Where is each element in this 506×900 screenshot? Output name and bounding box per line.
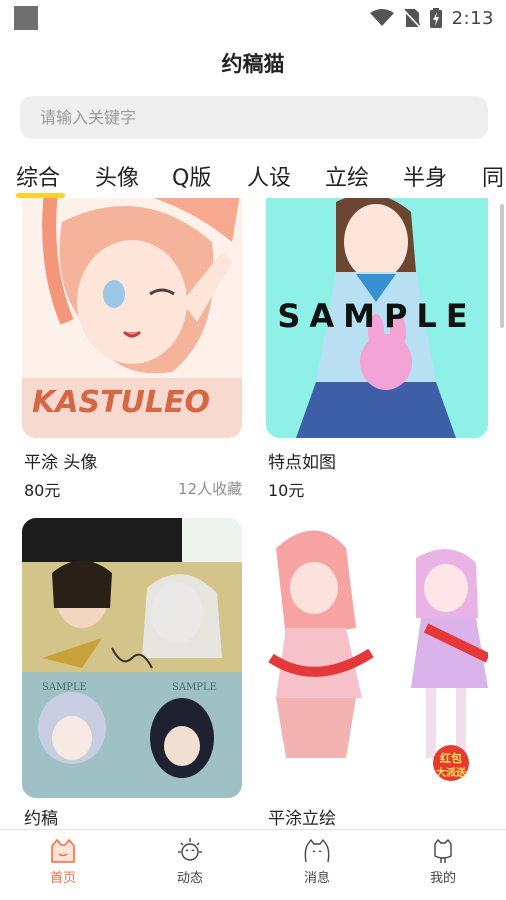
card-image[interactable]: 红包 大派送	[266, 518, 488, 798]
nav-messages[interactable]: 消息	[277, 838, 357, 886]
page-title: 约稿猫	[221, 52, 285, 76]
nav-home[interactable]: 首页	[23, 838, 103, 886]
card-image[interactable]: KASTULEO	[22, 198, 242, 438]
tab-lihui[interactable]: 立绘	[325, 160, 369, 192]
nav-label: 动态	[176, 871, 203, 886]
wifi-icon	[369, 9, 394, 26]
category-tabs: 综合 头像 Q版 人设 立绘 半身 同	[0, 160, 506, 200]
tab-q-version[interactable]: Q版	[172, 160, 211, 192]
artwork-anime-girl: KASTULEO	[22, 198, 242, 438]
cat-message-icon	[304, 838, 330, 863]
tab-touxiang[interactable]: 头像	[95, 160, 139, 192]
card-title[interactable]: 特点如图	[268, 448, 336, 473]
cat-profile-icon	[434, 838, 452, 863]
status-bar: 2:13	[0, 0, 506, 36]
svg-text:SAMPLE: SAMPLE	[277, 297, 476, 335]
nav-label: 首页	[49, 871, 76, 886]
svg-text:KASTULEO: KASTULEO	[32, 385, 210, 420]
sun-face-icon	[178, 838, 202, 861]
notification-icon	[14, 6, 38, 30]
nav-label: 我的	[429, 871, 456, 886]
no-sim-icon	[403, 8, 420, 28]
artwork-feed[interactable]: KASTULEO 平涂 头像 80元 12人收藏 SAMPLE 特点如图 10元	[0, 198, 506, 828]
search-input[interactable]	[20, 96, 488, 139]
artwork-collage: SAMPLE SAMPLE	[22, 518, 242, 798]
svg-text:SAMPLE: SAMPLE	[172, 682, 217, 693]
scrollbar[interactable]	[500, 204, 504, 328]
battery-charging-icon	[429, 8, 442, 28]
tab-tong[interactable]: 同	[482, 160, 504, 192]
card-title[interactable]: 平涂 头像	[24, 448, 97, 473]
tab-banshen[interactable]: 半身	[403, 160, 447, 192]
card-image[interactable]: SAMPLE SAMPLE	[22, 518, 242, 798]
promo-badge-line1: 红包	[440, 751, 462, 765]
card-title[interactable]: 约稿	[24, 804, 58, 828]
nav-feed[interactable]: 动态	[150, 838, 230, 886]
search-bar[interactable]	[20, 96, 488, 139]
bottom-navigation: 首页 动态 消息 我的	[0, 829, 506, 900]
promo-badge-line2: 大派送	[436, 766, 467, 779]
nav-profile[interactable]: 我的	[403, 838, 483, 886]
tab-renshe[interactable]: 人设	[247, 160, 291, 192]
card-image[interactable]: SAMPLE	[266, 198, 488, 438]
tab-zonghe[interactable]: 综合	[16, 160, 60, 192]
artwork-two-characters: 红包 大派送	[266, 518, 488, 798]
home-cat-icon	[51, 838, 75, 863]
card-favorites: 12人收藏	[178, 480, 243, 498]
card-title[interactable]: 平涂立绘	[268, 804, 336, 828]
card-price: 10元	[268, 481, 305, 500]
svg-text:SAMPLE: SAMPLE	[42, 682, 87, 693]
artwork-girl-with-bunny: SAMPLE	[266, 198, 488, 438]
card-price: 80元	[24, 481, 61, 500]
status-icons: 2:13	[369, 6, 494, 30]
nav-label: 消息	[303, 871, 330, 886]
status-time: 2:13	[451, 7, 494, 29]
